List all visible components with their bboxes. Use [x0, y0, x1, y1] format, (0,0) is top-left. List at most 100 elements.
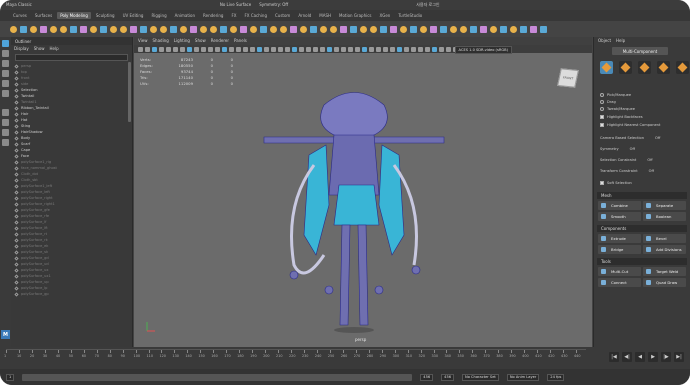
viewport-tool-icon[interactable]	[390, 46, 395, 52]
viewport-tool-icon[interactable]	[222, 46, 227, 52]
shelf-tool-icon[interactable]	[380, 25, 387, 33]
shelf-tool-icon[interactable]	[210, 25, 217, 33]
viewport-tool-icon[interactable]	[320, 46, 325, 52]
target-weld-button[interactable]: Target Weld	[643, 267, 686, 276]
shelf-tool-icon[interactable]	[340, 25, 347, 33]
shelf-tool-icon[interactable]	[450, 25, 457, 33]
lasso-tool-icon[interactable]	[2, 50, 9, 57]
range-end-field[interactable]: 456	[420, 373, 434, 381]
viewport-tool-icon[interactable]	[299, 46, 304, 52]
shelf-tool-icon[interactable]	[530, 25, 537, 33]
toolkit-menu-object[interactable]: Object	[598, 39, 611, 43]
viewport-tool-icon[interactable]	[306, 46, 311, 52]
viewport-tool-icon[interactable]	[180, 46, 185, 52]
shelf-tool-icon[interactable]	[390, 25, 397, 33]
go-start-icon[interactable]: |◀	[609, 352, 619, 362]
viewport-tool-icon[interactable]	[362, 46, 367, 52]
outliner-search-input[interactable]	[15, 54, 128, 61]
components-section-header[interactable]: Components	[597, 225, 687, 232]
vp-menu-lighting[interactable]: Lighting	[174, 39, 190, 43]
scale-tool-icon[interactable]	[2, 90, 9, 97]
combine-button[interactable]: Combine	[598, 201, 641, 210]
shelf-tool-icon[interactable]	[280, 25, 287, 33]
viewport-tool-icon[interactable]	[369, 46, 374, 52]
shelf-tab-poly-modeling[interactable]: Poly Modeling	[57, 12, 91, 19]
shelf-tab-uv-editing[interactable]: UV Editing	[120, 12, 147, 19]
select-tool-icon[interactable]	[2, 40, 9, 47]
range-start-field[interactable]: 1	[6, 373, 15, 381]
viewport-tool-icon[interactable]	[285, 46, 290, 52]
boolean-button[interactable]: Boolean	[643, 212, 686, 221]
quad-draw-button[interactable]: Quad Draw	[643, 278, 686, 287]
shelf-tool-icon[interactable]	[410, 25, 417, 33]
shelf-tool-icon[interactable]	[500, 25, 507, 33]
shelf-tab-motion-graphics[interactable]: Motion Graphics	[336, 12, 375, 19]
layout-icon[interactable]	[2, 129, 9, 136]
shelf-tool-icon[interactable]	[10, 25, 17, 33]
anim-layer-field[interactable]: No Anim Layer	[506, 373, 540, 381]
shelf-tool-icon[interactable]	[50, 25, 57, 33]
go-end-icon[interactable]: ▶|	[674, 352, 684, 362]
separate-button[interactable]: Separate	[643, 201, 686, 210]
viewport-tool-icon[interactable]	[257, 46, 262, 52]
live-surface-field[interactable]: No Live Surface	[220, 3, 251, 7]
viewport-tool-icon[interactable]	[383, 46, 388, 52]
vp-menu-shading[interactable]: Shading	[153, 39, 169, 43]
shelf-tool-icon[interactable]	[420, 25, 427, 33]
vp-menu-show[interactable]: Show	[195, 39, 206, 43]
shelf-tool-icon[interactable]	[70, 25, 77, 33]
shelf-tool-icon[interactable]	[200, 25, 207, 33]
vp-menu-panels[interactable]: Panels	[234, 39, 247, 43]
vp-menu-renderer[interactable]: Renderer	[211, 39, 229, 43]
shelf-tool-icon[interactable]	[190, 25, 197, 33]
color-management-field[interactable]: ACES 1.0 SDR-video (sRGB)	[454, 46, 512, 54]
viewport-tool-icon[interactable]	[250, 46, 255, 52]
viewport-tool-icon[interactable]	[397, 46, 402, 52]
workspace-selector[interactable]: Maya Classic	[6, 3, 32, 7]
viewport-tool-icon[interactable]	[201, 46, 206, 52]
shelf-tab-fx-caching[interactable]: FX Caching	[242, 12, 270, 19]
shelf-tab-fx[interactable]: FX	[228, 12, 239, 19]
viewport-tool-icon[interactable]	[327, 46, 332, 52]
play-forward-icon[interactable]: ▶	[648, 352, 658, 362]
object-mode-icon[interactable]	[600, 61, 613, 74]
outliner-menu-show[interactable]: Show	[34, 47, 45, 51]
shelf-tool-icon[interactable]	[90, 25, 97, 33]
step-back-icon[interactable]: ◀|	[622, 352, 632, 362]
outliner-scrollbar[interactable]	[128, 62, 131, 122]
viewport-tool-icon[interactable]	[208, 46, 213, 52]
shelf-tab-arnold[interactable]: Arnold	[295, 12, 314, 19]
viewport-panel[interactable]: View Shading Lighting Show Renderer Pane…	[134, 37, 592, 347]
bevel-button[interactable]: Bevel	[643, 234, 686, 243]
edge-mode-icon[interactable]	[638, 61, 651, 74]
toolkit-menu-help[interactable]: Help	[616, 39, 625, 43]
viewport-tool-icon[interactable]	[292, 46, 297, 52]
multi-cut-button[interactable]: Multi-Cut	[598, 267, 641, 276]
shelf-tool-icon[interactable]	[520, 25, 527, 33]
shelf-tool-icon[interactable]	[230, 25, 237, 33]
shelf-tool-icon[interactable]	[160, 25, 167, 33]
shelf-tool-icon[interactable]	[130, 25, 137, 33]
shelf-tool-icon[interactable]	[370, 25, 377, 33]
view-cube[interactable]: FRONT	[557, 68, 579, 88]
four-view-icon[interactable]	[2, 119, 9, 126]
shelf-tool-icon[interactable]	[490, 25, 497, 33]
viewport-tool-icon[interactable]	[404, 46, 409, 52]
viewport-tool-icon[interactable]	[446, 46, 451, 52]
viewport-tool-icon[interactable]	[159, 46, 164, 52]
paint-select-icon[interactable]	[2, 60, 9, 67]
viewport-tool-icon[interactable]	[271, 46, 276, 52]
shelf-tool-icon[interactable]	[260, 25, 267, 33]
shelf-tool-icon[interactable]	[170, 25, 177, 33]
shelf-tool-icon[interactable]	[430, 25, 437, 33]
shelf-tab-animation[interactable]: Animation	[172, 12, 198, 19]
shelf-tool-icon[interactable]	[150, 25, 157, 33]
viewport-tool-icon[interactable]	[264, 46, 269, 52]
rotate-tool-icon[interactable]	[2, 80, 9, 87]
viewport-tool-icon[interactable]	[243, 46, 248, 52]
soft-selection-toggle[interactable]: Soft Selection	[600, 181, 632, 185]
mel-toggle-icon[interactable]: M	[1, 330, 10, 339]
viewport-tool-icon[interactable]	[432, 46, 437, 52]
face-mode-icon[interactable]	[657, 61, 670, 74]
shelf-tool-icon[interactable]	[80, 25, 87, 33]
